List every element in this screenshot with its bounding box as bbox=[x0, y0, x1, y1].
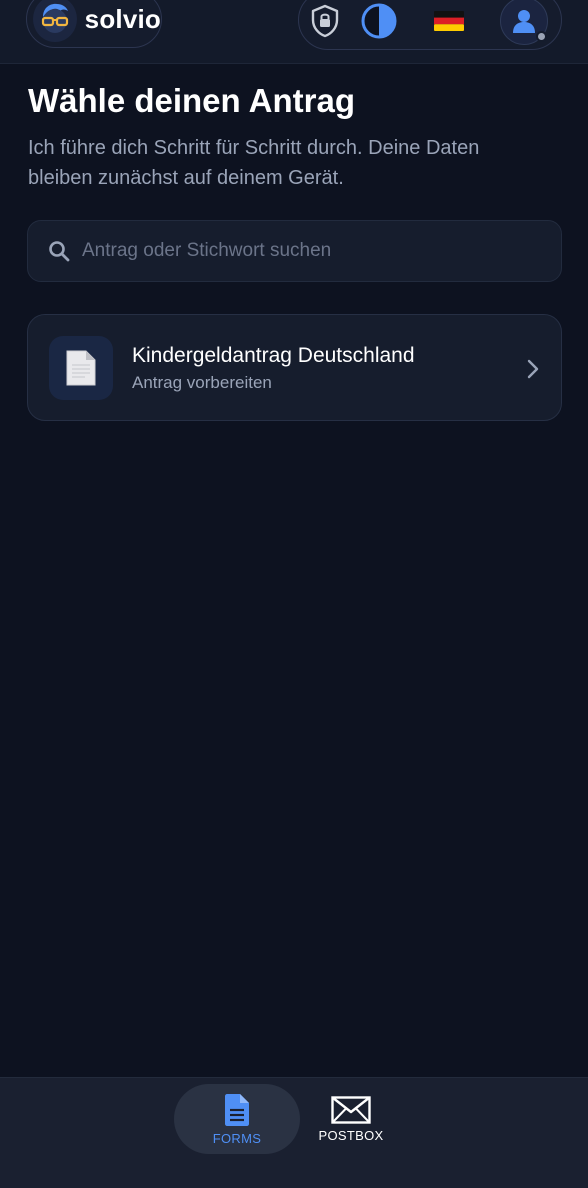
app-header: solvio bbox=[0, 0, 588, 64]
contrast-toggle[interactable] bbox=[359, 1, 399, 41]
language-button[interactable] bbox=[429, 1, 469, 41]
nav-tab-forms[interactable]: FORMS bbox=[174, 1084, 300, 1154]
document-icon bbox=[66, 350, 96, 386]
envelope-icon bbox=[331, 1095, 371, 1124]
form-card-title: Kindergeldantrag Deutschland bbox=[132, 344, 415, 367]
header-controls bbox=[298, 0, 562, 50]
nav-tab-forms-label: FORMS bbox=[212, 1130, 262, 1146]
brand-home-link[interactable]: solvio bbox=[26, 0, 162, 48]
nav-tab-postbox[interactable]: POSTBOX bbox=[306, 1084, 396, 1154]
german-flag-icon bbox=[434, 11, 464, 31]
search-input[interactable] bbox=[82, 231, 561, 271]
page-subtitle: Ich führe dich Schritt für Schritt durch… bbox=[28, 137, 480, 189]
form-card-kindergeld[interactable]: Kindergeldantrag Deutschland Antrag vorb… bbox=[27, 314, 562, 421]
search-icon bbox=[49, 241, 70, 262]
forms-document-icon bbox=[225, 1093, 249, 1126]
user-icon bbox=[513, 10, 535, 33]
status-indicator bbox=[536, 31, 547, 42]
form-card-subtitle: Antrag vorbereiten bbox=[132, 373, 272, 392]
shield-lock-icon bbox=[311, 4, 339, 38]
form-icon-tile bbox=[49, 336, 113, 400]
brand-name: solvio bbox=[84, 3, 161, 34]
avatar bbox=[500, 0, 548, 45]
bottom-navigation: FORMS POSTBOX bbox=[0, 1077, 588, 1188]
search-box bbox=[27, 220, 562, 282]
glasses-avatar-logo-icon bbox=[33, 0, 77, 42]
profile-button[interactable] bbox=[499, 0, 549, 46]
page-title: Wähle deinen Antrag bbox=[28, 82, 355, 119]
privacy-button[interactable] bbox=[305, 1, 345, 41]
contrast-icon bbox=[361, 3, 397, 39]
nav-tab-postbox-label: POSTBOX bbox=[318, 1127, 384, 1143]
chevron-right-icon bbox=[523, 357, 543, 381]
